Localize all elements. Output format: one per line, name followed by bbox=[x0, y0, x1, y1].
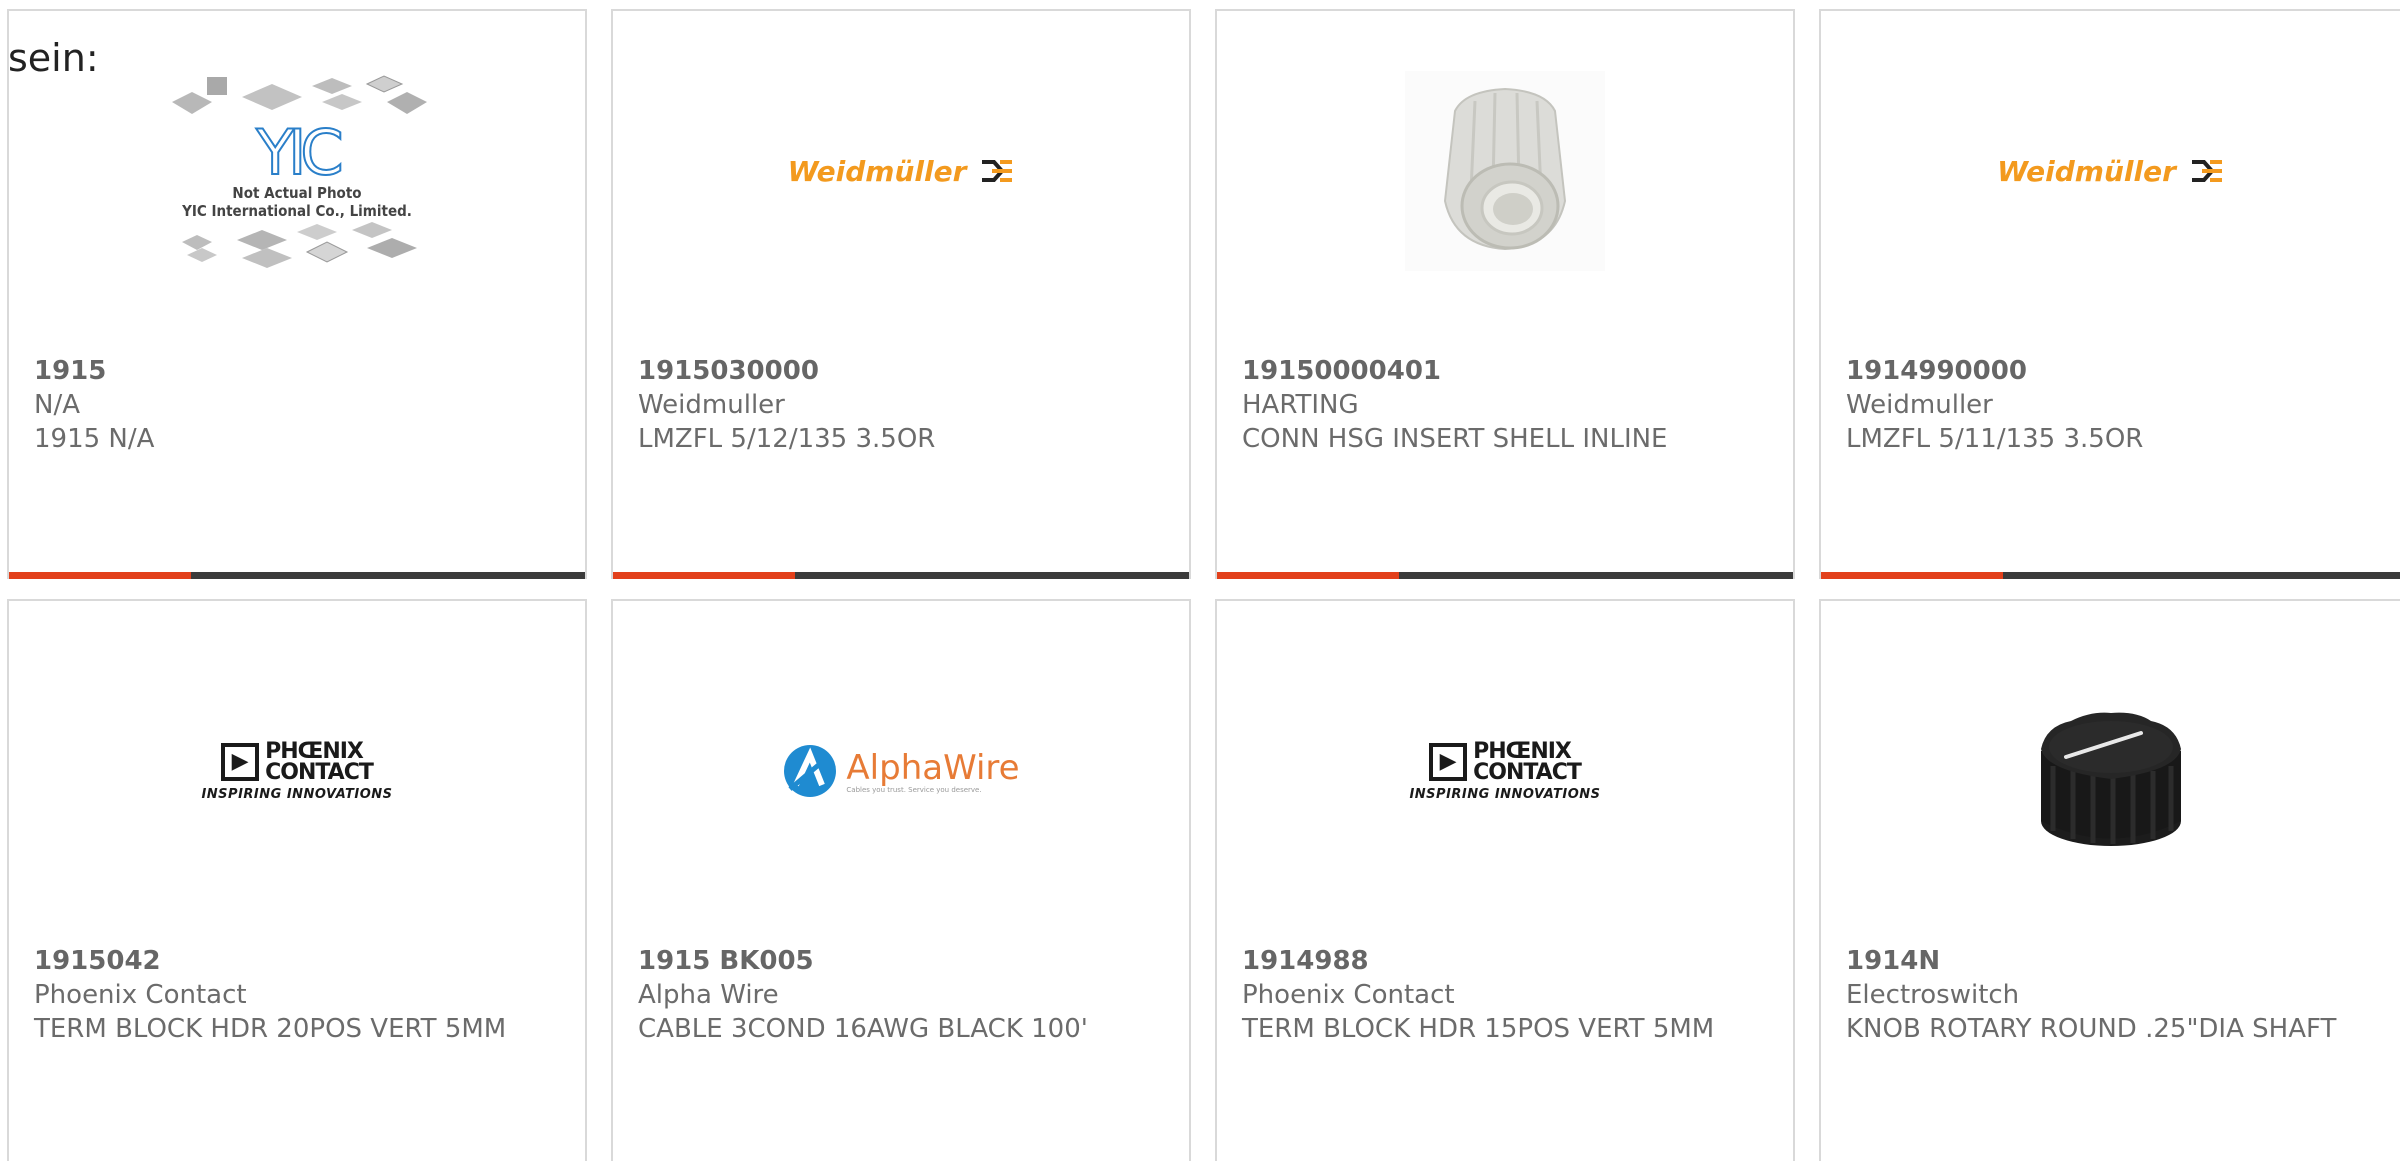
part-number[interactable]: 1914N bbox=[1846, 944, 2380, 978]
product-info: 19150000401 HARTING CONN HSG INSERT SHEL… bbox=[1242, 354, 1773, 456]
logo-line-1: PHŒNIX bbox=[1473, 738, 1572, 764]
card-bottom-bar bbox=[613, 572, 1189, 579]
weidmuller-symbol-icon bbox=[982, 160, 1013, 182]
connector-housing-photo bbox=[1405, 71, 1605, 271]
logo-tagline: INSPIRING INNOVATIONS bbox=[201, 786, 393, 802]
product-image[interactable]: Weidmüller bbox=[1821, 51, 2400, 291]
phoenix-mark-icon: ▶ bbox=[1429, 742, 1468, 781]
card-accent bbox=[1821, 572, 2003, 579]
yic-placeholder-image: YIC Not Actual Photo YIC International C… bbox=[162, 72, 432, 270]
product-info: 1915030000 Weidmuller LMZFL 5/12/135 3.5… bbox=[638, 354, 1169, 456]
rotary-knob-photo bbox=[2010, 671, 2211, 871]
manufacturer: HARTING bbox=[1242, 390, 1359, 420]
image-caption-2: YIC International Co., Limited. bbox=[182, 202, 412, 220]
product-card[interactable]: Weidmüller 1915030000 Weidmuller LMZFL 5… bbox=[611, 9, 1191, 579]
product-card[interactable]: 19150000401 HARTING CONN HSG INSERT SHEL… bbox=[1215, 9, 1795, 579]
weidmuller-logo: Weidmüller bbox=[1997, 155, 2224, 188]
product-card[interactable]: AlphaWire Cables you trust. Service you … bbox=[611, 599, 1191, 1161]
part-number[interactable]: 1915 bbox=[34, 354, 565, 388]
logo-line-2: CONTACT bbox=[1473, 759, 1582, 785]
product-image[interactable]: YIC Not Actual Photo YIC International C… bbox=[9, 51, 585, 291]
part-number[interactable]: 19150000401 bbox=[1242, 354, 1773, 388]
description: CABLE 3COND 16AWG BLACK 100' bbox=[638, 1014, 1088, 1044]
description: TERM BLOCK HDR 20POS VERT 5MM bbox=[34, 1014, 507, 1044]
manufacturer: Weidmuller bbox=[1846, 390, 1993, 420]
description: LMZFL 5/11/135 3.5OR bbox=[1846, 424, 2144, 454]
logo-tagline: INSPIRING INNOVATIONS bbox=[1409, 786, 1601, 802]
phoenix-contact-logo: ▶ PHŒNIX CONTACT INSPIRING INNOVATIONS bbox=[1409, 738, 1601, 802]
card-accent bbox=[9, 572, 191, 579]
product-card[interactable]: 1914N Electroswitch KNOB ROTARY ROUND .2… bbox=[1819, 599, 2400, 1161]
part-number[interactable]: 1915042 bbox=[34, 944, 565, 978]
card-accent bbox=[1217, 572, 1399, 579]
logo-text: AlphaWire bbox=[846, 748, 1020, 788]
product-info: 1915 BK005 Alpha Wire CABLE 3COND 16AWG … bbox=[638, 944, 1169, 1046]
product-info: 1915 N/A 1915 N/A bbox=[34, 354, 565, 456]
manufacturer: N/A bbox=[34, 390, 80, 420]
manufacturer: Weidmuller bbox=[638, 390, 785, 420]
product-card[interactable]: YIC Not Actual Photo YIC International C… bbox=[7, 9, 587, 579]
logo-line-2: CONTACT bbox=[265, 759, 374, 785]
logo-text: Weidmüller bbox=[787, 154, 967, 188]
product-info: 1914N Electroswitch KNOB ROTARY ROUND .2… bbox=[1846, 944, 2380, 1046]
chip-packages-icon bbox=[172, 75, 427, 114]
card-bottom-bar bbox=[9, 572, 585, 579]
product-image[interactable] bbox=[1821, 651, 2400, 891]
yic-logo: YIC bbox=[255, 116, 344, 189]
weidmuller-logo: Weidmüller bbox=[788, 155, 1015, 188]
product-card[interactable]: Weidmüller 1914990000 Weidmuller LMZFL 5… bbox=[1819, 9, 2400, 579]
product-card[interactable]: ▶ PHŒNIX CONTACT INSPIRING INNOVATIONS 1… bbox=[7, 599, 587, 1161]
manufacturer: Alpha Wire bbox=[638, 980, 779, 1010]
manufacturer: Phoenix Contact bbox=[34, 980, 247, 1010]
card-bottom-bar bbox=[1821, 572, 2400, 579]
logo-line-1: PHŒNIX bbox=[265, 738, 364, 764]
logo-text: Weidmüller bbox=[1997, 154, 2176, 188]
chip-packages-icon bbox=[182, 222, 417, 268]
product-image[interactable]: ▶ PHŒNIX CONTACT INSPIRING INNOVATIONS bbox=[9, 651, 585, 891]
alphawire-mark-icon bbox=[784, 745, 837, 797]
part-number[interactable]: 1914990000 bbox=[1846, 354, 2380, 388]
product-image[interactable]: ▶ PHŒNIX CONTACT INSPIRING INNOVATIONS bbox=[1217, 651, 1793, 891]
alphawire-logo: AlphaWire Cables you trust. Service you … bbox=[782, 743, 1020, 799]
part-number[interactable]: 1915030000 bbox=[638, 354, 1169, 388]
part-number[interactable]: 1915 BK005 bbox=[638, 944, 1169, 978]
phoenix-mark-icon: ▶ bbox=[221, 742, 260, 781]
product-image[interactable]: Weidmüller bbox=[613, 51, 1189, 291]
manufacturer: Electroswitch bbox=[1846, 980, 2020, 1010]
product-card[interactable]: ▶ PHŒNIX CONTACT INSPIRING INNOVATIONS 1… bbox=[1215, 599, 1795, 1161]
description: CONN HSG INSERT SHELL INLINE bbox=[1242, 424, 1668, 454]
product-grid-page: sein: YIC Not Actual Photo YIC Internati… bbox=[0, 0, 2400, 1161]
manufacturer: Phoenix Contact bbox=[1242, 980, 1455, 1010]
product-image[interactable] bbox=[1217, 51, 1793, 291]
part-number[interactable]: 1914988 bbox=[1242, 944, 1773, 978]
description: 1915 N/A bbox=[34, 424, 155, 454]
phoenix-contact-logo: ▶ PHŒNIX CONTACT INSPIRING INNOVATIONS bbox=[201, 738, 393, 802]
intro-text: sein: bbox=[8, 36, 99, 80]
product-info: 1915042 Phoenix Contact TERM BLOCK HDR 2… bbox=[34, 944, 565, 1046]
weidmuller-symbol-icon bbox=[2191, 160, 2222, 182]
description: LMZFL 5/12/135 3.5OR bbox=[638, 424, 936, 454]
product-image[interactable]: AlphaWire Cables you trust. Service you … bbox=[613, 651, 1189, 891]
card-accent bbox=[613, 572, 795, 579]
product-info: 1914990000 Weidmuller LMZFL 5/11/135 3.5… bbox=[1846, 354, 2380, 456]
card-bottom-bar bbox=[1217, 572, 1793, 579]
description: KNOB ROTARY ROUND .25"DIA SHAFT bbox=[1846, 1014, 2337, 1044]
description: TERM BLOCK HDR 15POS VERT 5MM bbox=[1242, 1014, 1715, 1044]
product-info: 1914988 Phoenix Contact TERM BLOCK HDR 1… bbox=[1242, 944, 1773, 1046]
image-caption-1: Not Actual Photo bbox=[232, 184, 362, 202]
